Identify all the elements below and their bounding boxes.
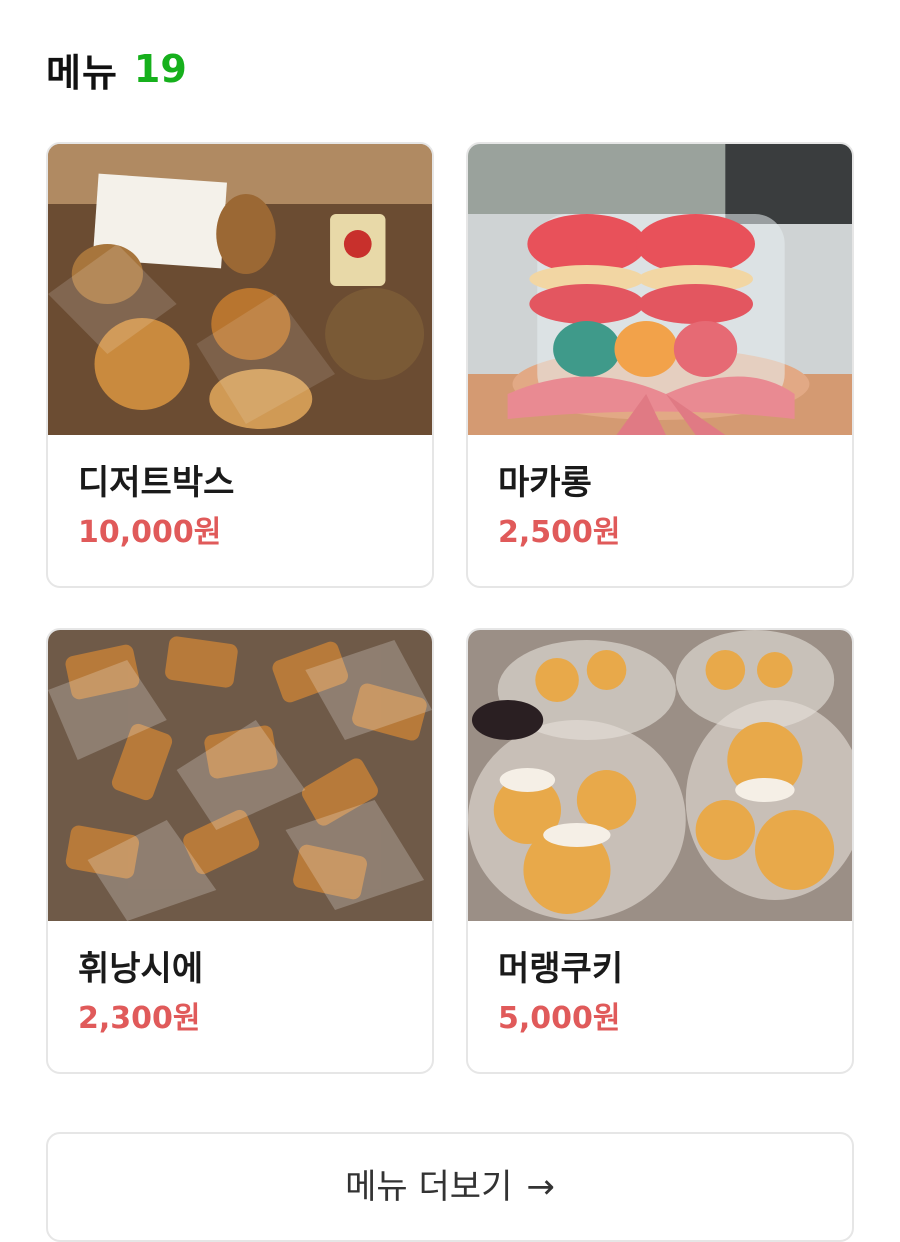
macaron-photo: [468, 144, 852, 435]
menu-card-info: 머랭쿠키 5,000원: [468, 921, 852, 1039]
more-menu-label: 메뉴 더보기: [345, 1167, 513, 1207]
menu-header: 메뉴 19: [46, 42, 187, 96]
menu-card-info: 디저트박스 10,000원: [48, 435, 432, 553]
menu-item-name: 마카롱: [498, 463, 592, 503]
menu-item-price: 2,300원: [78, 1001, 201, 1036]
menu-item-name: 휘낭시에: [78, 949, 204, 989]
menu-item-price: 10,000원: [78, 515, 222, 550]
menu-item-price: 5,000원: [498, 1001, 621, 1036]
menu-item-name: 디저트박스: [78, 463, 235, 503]
menu-count-badge: 19: [133, 47, 187, 91]
menu-card-dessert-box[interactable]: 디저트박스 10,000원: [46, 142, 434, 588]
menu-card-info: 휘낭시에 2,300원: [48, 921, 432, 1039]
meringue-cookie-photo: [468, 630, 852, 921]
menu-grid: 디저트박스 10,000원 마카롱 2,500원 휘낭시에 2,300원 머랭쿠…: [46, 142, 854, 1074]
menu-card-macaron[interactable]: 마카롱 2,500원: [466, 142, 854, 588]
menu-card-info: 마카롱 2,500원: [468, 435, 852, 553]
dessert-box-photo: [48, 144, 432, 435]
menu-item-price: 2,500원: [498, 515, 621, 550]
financier-photo: [48, 630, 432, 921]
menu-card-meringue-cookie[interactable]: 머랭쿠키 5,000원: [466, 628, 854, 1074]
menu-title: 메뉴: [46, 50, 118, 95]
menu-card-financier[interactable]: 휘낭시에 2,300원: [46, 628, 434, 1074]
menu-item-name: 머랭쿠키: [498, 949, 624, 989]
more-menu-button[interactable]: 메뉴 더보기 →: [46, 1132, 854, 1242]
arrow-right-icon: →: [526, 1167, 555, 1207]
